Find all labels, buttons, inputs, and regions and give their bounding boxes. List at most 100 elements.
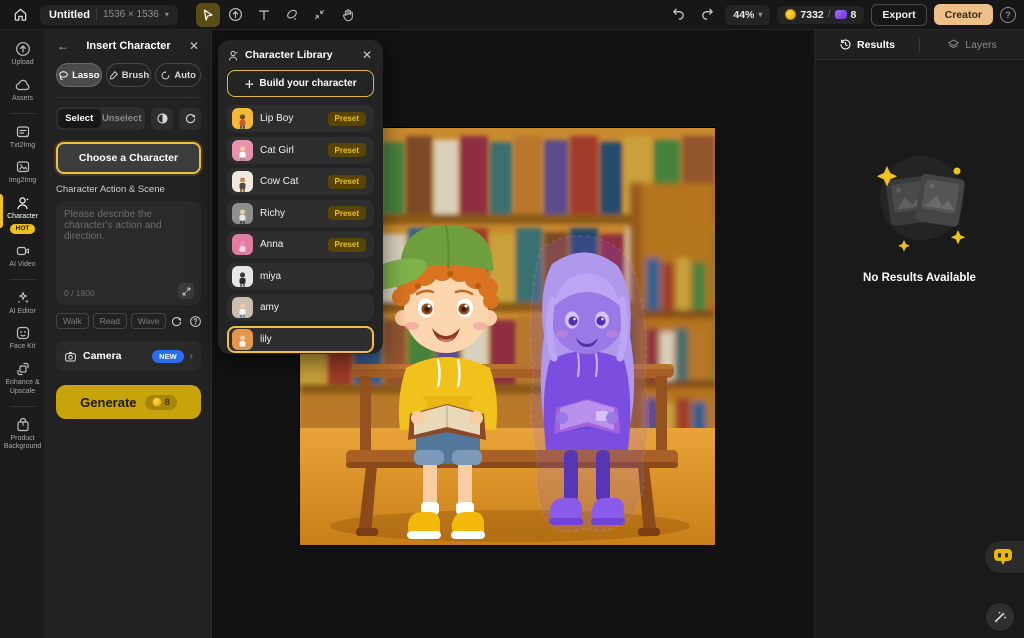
sidebar-item-ai-editor[interactable]: AI Editor xyxy=(0,285,46,321)
select-tool-button[interactable] xyxy=(196,3,220,27)
hand-tool-button[interactable] xyxy=(336,3,360,27)
auto-label: Auto xyxy=(174,70,196,81)
choose-character-button[interactable]: Choose a Character xyxy=(56,142,201,174)
action-scene-label: Character Action & Scene xyxy=(56,184,201,195)
character-name: Cat Girl xyxy=(260,145,321,156)
character-name: Anna xyxy=(260,239,321,250)
home-icon xyxy=(13,7,28,22)
redo-button[interactable] xyxy=(696,4,718,26)
character-thumbnail xyxy=(232,234,253,255)
divider xyxy=(10,113,36,114)
character-row-lip-boy[interactable]: Lip Boy Preset xyxy=(227,105,374,132)
close-icon[interactable]: ✕ xyxy=(360,48,374,62)
expand-button[interactable] xyxy=(178,283,194,299)
chevron-down-icon: ▾ xyxy=(165,10,169,19)
upload-tool-button[interactable] xyxy=(224,3,248,27)
sidebar-item-product-background[interactable]: Product Background xyxy=(0,412,46,457)
credits-badge[interactable]: 7332 / 8 xyxy=(777,6,864,24)
back-icon[interactable]: ← xyxy=(56,39,70,53)
lasso-tool-button[interactable]: Lasso xyxy=(56,63,102,87)
sidebar-item-txt2img[interactable]: Txt2Img xyxy=(0,119,46,155)
sidebar-item-enhance-upscale[interactable]: Enhance & Upscale xyxy=(0,356,46,401)
help-icon[interactable] xyxy=(189,315,202,328)
character-name: Lip Boy xyxy=(260,113,321,124)
text-tool-button[interactable] xyxy=(252,3,276,27)
video-icon xyxy=(15,243,31,259)
shuffle-prompts-button[interactable] xyxy=(170,315,183,328)
document-title-pill[interactable]: Untitled 1536 × 1536 ▾ xyxy=(40,5,178,25)
sidebar-item-img2img[interactable]: Img2Img xyxy=(0,154,46,190)
sidebar-item-assets[interactable]: Assets xyxy=(0,72,46,108)
sidebar-item-ai-video[interactable]: AI Video xyxy=(0,238,46,274)
gem-icon xyxy=(835,10,847,19)
chat-bubble-icon xyxy=(993,548,1013,566)
tag-walk[interactable]: Walk xyxy=(56,313,89,329)
chevron-down-icon: ▾ xyxy=(758,10,762,19)
image-to-image-icon xyxy=(15,159,31,175)
preset-badge: Preset xyxy=(328,143,366,157)
refresh-icon xyxy=(184,112,197,125)
shrink-icon xyxy=(313,8,326,21)
credits-separator: / xyxy=(828,9,831,20)
auto-icon xyxy=(160,70,171,81)
sidebar-item-character[interactable]: Character HOT xyxy=(0,190,46,238)
export-button[interactable]: Export xyxy=(871,4,926,26)
character-row-miya[interactable]: miya xyxy=(227,263,374,290)
brush-tool-button[interactable] xyxy=(280,3,304,27)
character-row-anna[interactable]: Anna Preset xyxy=(227,231,374,258)
auto-select-button[interactable]: Auto xyxy=(155,63,201,87)
history-icon xyxy=(839,38,852,51)
sidebar-label: Assets xyxy=(1,95,45,104)
magic-wand-button[interactable] xyxy=(986,603,1014,631)
character-icon xyxy=(15,195,31,211)
upload-icon xyxy=(228,7,243,22)
results-tab-label: Results xyxy=(857,39,895,51)
help-button[interactable]: ? xyxy=(1000,7,1016,23)
character-name: miya xyxy=(260,271,366,282)
char-counter: 0 / 1800 xyxy=(64,288,95,298)
character-row-amy[interactable]: amy xyxy=(227,294,374,321)
invert-selection-button[interactable] xyxy=(151,108,173,130)
generate-cost-pill: 8 xyxy=(145,395,177,410)
face-icon xyxy=(15,325,31,341)
sparkles-icon xyxy=(15,290,31,306)
new-badge: NEW xyxy=(152,350,184,363)
unselect-option[interactable]: Unselect xyxy=(101,109,144,128)
creator-button[interactable]: Creator xyxy=(934,4,993,25)
camera-row[interactable]: Camera NEW › xyxy=(56,341,201,371)
reset-selection-button[interactable] xyxy=(179,108,201,130)
brush-icon xyxy=(108,70,119,81)
feedback-chat-button[interactable] xyxy=(985,541,1024,573)
generate-button[interactable]: Generate 8 xyxy=(56,385,201,419)
sidebar-label: Face Kit xyxy=(1,343,45,352)
select-option[interactable]: Select xyxy=(58,109,101,128)
character-row-cat-girl[interactable]: Cat Girl Preset xyxy=(227,137,374,164)
close-icon[interactable]: ✕ xyxy=(187,39,201,53)
tag-read[interactable]: Read xyxy=(93,313,127,329)
brush-select-button[interactable]: Brush xyxy=(106,63,152,87)
sidebar-item-face-kit[interactable]: Face Kit xyxy=(0,320,46,356)
character-thumbnail xyxy=(232,171,253,192)
canvas-size-label: 1536 × 1536 xyxy=(103,9,159,20)
tab-layers[interactable]: Layers xyxy=(920,38,1024,51)
preset-badge: Preset xyxy=(328,238,366,252)
undo-button[interactable] xyxy=(667,4,689,26)
cloud-icon xyxy=(15,77,31,93)
tag-wave[interactable]: Wave xyxy=(131,313,166,329)
home-button[interactable] xyxy=(8,3,32,27)
sidebar-label: Txt2Img xyxy=(1,142,45,151)
tab-results[interactable]: Results xyxy=(815,38,919,51)
zoom-level: 44% xyxy=(733,9,754,21)
sidebar-item-upload[interactable]: Upload xyxy=(0,36,46,72)
prompt-input[interactable] xyxy=(64,209,193,267)
collapse-tool-button[interactable] xyxy=(308,3,332,27)
character-row-richy[interactable]: Richy Preset xyxy=(227,200,374,227)
hand-icon xyxy=(341,8,355,22)
character-row-cow-cat[interactable]: Cow Cat Preset xyxy=(227,168,374,195)
brush-icon xyxy=(285,8,299,22)
character-row-lily[interactable]: lily xyxy=(227,326,374,353)
empty-results-text: No Results Available xyxy=(863,272,976,284)
layers-icon xyxy=(947,38,960,51)
build-your-character-button[interactable]: ＋ Build your character xyxy=(227,70,374,97)
zoom-level-dropdown[interactable]: 44% ▾ xyxy=(725,5,770,25)
